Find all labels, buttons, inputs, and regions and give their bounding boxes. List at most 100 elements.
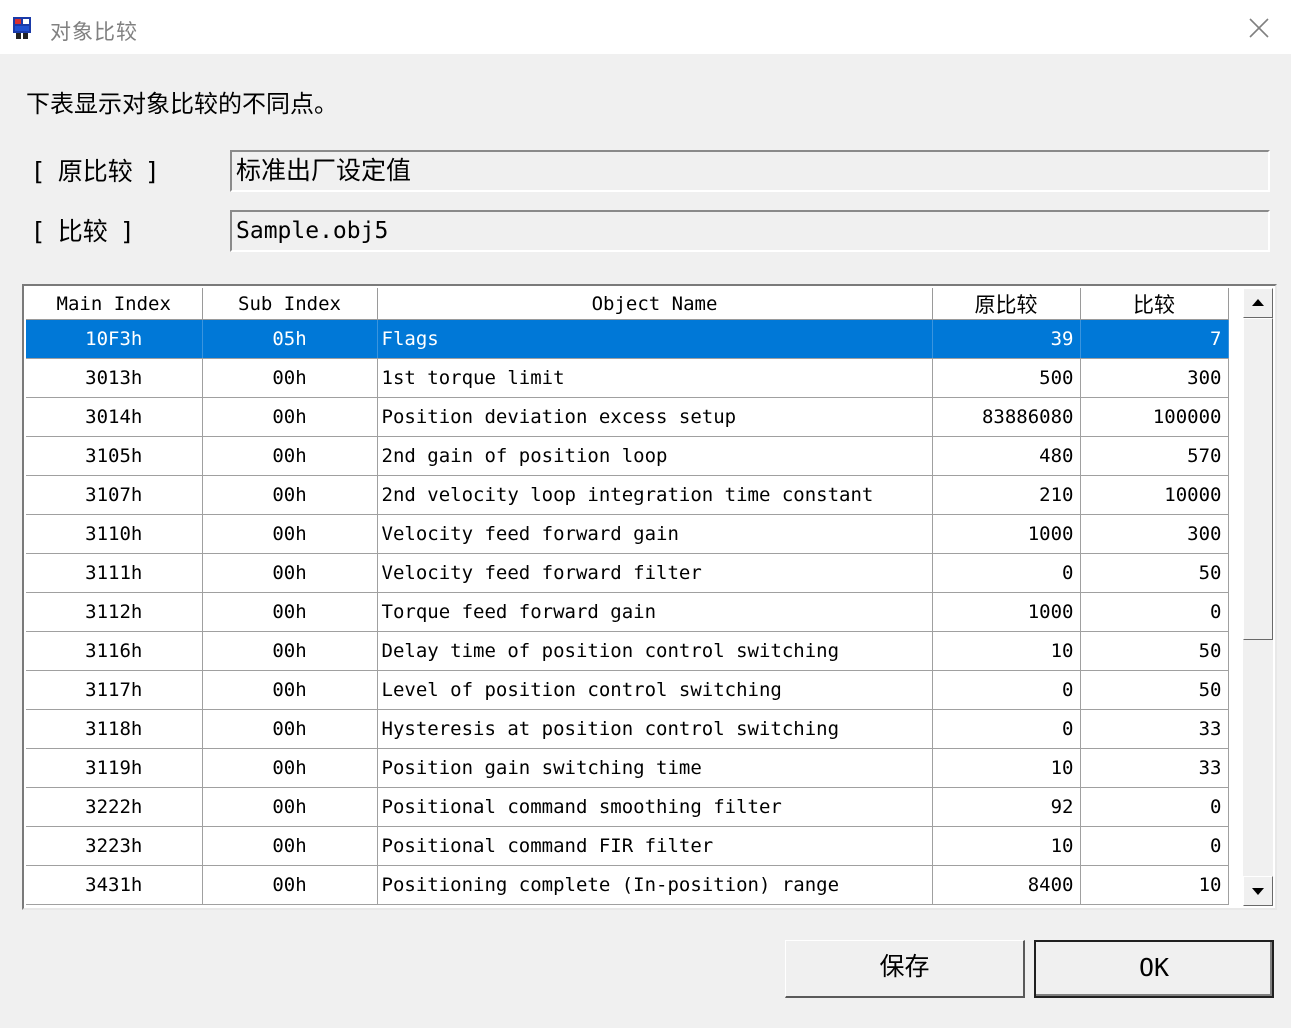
cell-object-name: 1st torque limit: [377, 358, 933, 398]
cell-sub-index: 00h: [202, 592, 378, 632]
cell-main-index: 3107h: [26, 475, 203, 515]
compare-label: [ 比较 ]: [34, 217, 132, 246]
header-compare[interactable]: 比较: [1080, 288, 1229, 320]
cell-main-index: 3014h: [26, 397, 203, 437]
cell-sub-index: 00h: [202, 475, 378, 515]
cell-main-index: 3110h: [26, 514, 203, 554]
cell-object-name: Torque feed forward gain: [377, 592, 933, 632]
cell-sub-index: 00h: [202, 865, 378, 905]
table-row[interactable]: 3117h 00h Level of position control switch…: [26, 670, 1229, 710]
table-row[interactable]: 3118h 00h Hysteresis at position control s…: [26, 709, 1229, 749]
table-row[interactable]: 3111h 00h Velocity feed forward filter 0 50: [26, 553, 1229, 593]
cell-original: 92: [932, 787, 1081, 827]
scroll-up-button[interactable]: [1243, 288, 1273, 318]
cell-sub-index: 00h: [202, 358, 378, 398]
compare-field: Sample.obj5: [230, 210, 1270, 252]
cell-object-name: Position gain switching time: [377, 748, 933, 788]
cell-main-index: 3431h: [26, 865, 203, 905]
header-main-index[interactable]: Main Index: [26, 288, 203, 320]
window-title: 对象比较: [50, 20, 138, 44]
cell-compare: 50: [1080, 670, 1229, 710]
cell-original: 500: [932, 358, 1081, 398]
cell-compare: 300: [1080, 358, 1229, 398]
table-row[interactable]: 10F3h 05h Flags 39 7: [26, 319, 1229, 359]
description-text: 下表显示对象比较的不同点。: [26, 90, 338, 118]
cell-object-name: Positional command smoothing filter: [377, 787, 933, 827]
table-header-row: Main Index Sub Index Object Name 原比较 比较: [26, 288, 1229, 320]
cell-main-index: 3111h: [26, 553, 203, 593]
cell-compare: 33: [1080, 748, 1229, 788]
header-original[interactable]: 原比较: [932, 288, 1081, 320]
cell-original: 210: [932, 475, 1081, 515]
vertical-scrollbar[interactable]: [1243, 288, 1273, 906]
title-bar: 对象比较: [0, 0, 1291, 54]
cell-object-name: Hysteresis at position control switching: [377, 709, 933, 749]
cell-original: 0: [932, 553, 1081, 593]
arrow-up-icon: [1252, 299, 1264, 306]
table-row[interactable]: 3222h 00h Positional command smoothing fil…: [26, 787, 1229, 827]
table-row[interactable]: 3105h 00h 2nd gain of position loop 480 570: [26, 436, 1229, 476]
ok-button[interactable]: OK: [1034, 940, 1274, 998]
table-row[interactable]: 3014h 00h Position deviation excess setup 8…: [26, 397, 1229, 437]
cell-object-name: Velocity feed forward filter: [377, 553, 933, 593]
cell-main-index: 3112h: [26, 592, 203, 632]
cell-object-name: 2nd velocity loop integration time const…: [377, 475, 933, 515]
cell-object-name: Flags: [377, 319, 933, 359]
cell-compare: 50: [1080, 631, 1229, 671]
cell-main-index: 10F3h: [26, 319, 203, 359]
cell-compare: 7: [1080, 319, 1229, 359]
cell-main-index: 3222h: [26, 787, 203, 827]
cell-compare: 100000: [1080, 397, 1229, 437]
app-window-icon: [13, 17, 31, 39]
comparison-table: Main Index Sub Index Object Name 原比较 比较 …: [26, 288, 1229, 905]
table-row[interactable]: 3223h 00h Positional command FIR filter 10 0: [26, 826, 1229, 866]
cell-compare: 0: [1080, 592, 1229, 632]
table-row[interactable]: 3112h 00h Torque feed forward gain 1000 0: [26, 592, 1229, 632]
table-row[interactable]: 3107h 00h 2nd velocity loop integration ti…: [26, 475, 1229, 515]
ok-button-label: OK: [1138, 953, 1170, 982]
cell-sub-index: 00h: [202, 670, 378, 710]
cell-main-index: 3105h: [26, 436, 203, 476]
cell-compare: 0: [1080, 826, 1229, 866]
arrow-down-icon: [1252, 888, 1264, 895]
cell-original: 1000: [932, 514, 1081, 554]
cell-sub-index: 00h: [202, 709, 378, 749]
cell-sub-index: 00h: [202, 826, 378, 866]
table-row[interactable]: 3431h 00h Positioning complete (In-positio…: [26, 865, 1229, 905]
save-button[interactable]: 保存: [785, 940, 1025, 998]
header-object-name[interactable]: Object Name: [377, 288, 933, 320]
cell-main-index: 3119h: [26, 748, 203, 788]
cell-compare: 570: [1080, 436, 1229, 476]
cell-compare: 0: [1080, 787, 1229, 827]
cell-sub-index: 00h: [202, 436, 378, 476]
cell-sub-index: 00h: [202, 787, 378, 827]
table-row[interactable]: 3110h 00h Velocity feed forward gain 1000 30…: [26, 514, 1229, 554]
table-row[interactable]: 3013h 00h 1st torque limit 500 300: [26, 358, 1229, 398]
cell-main-index: 3013h: [26, 358, 203, 398]
cell-original: 1000: [932, 592, 1081, 632]
cell-main-index: 3118h: [26, 709, 203, 749]
original-label: [ 原比较 ]: [34, 157, 157, 186]
table-row[interactable]: 3119h 00h Position gain switching time 10 33: [26, 748, 1229, 788]
cell-compare: 33: [1080, 709, 1229, 749]
cell-object-name: Positional command FIR filter: [377, 826, 933, 866]
cell-sub-index: 00h: [202, 397, 378, 437]
table-row[interactable]: 3116h 00h Delay time of position control s…: [26, 631, 1229, 671]
cell-sub-index: 00h: [202, 631, 378, 671]
original-field: 标准出厂设定值: [230, 150, 1270, 192]
cell-original: 10: [932, 748, 1081, 788]
header-sub-index[interactable]: Sub Index: [202, 288, 378, 320]
cell-object-name: Delay time of position control switching: [377, 631, 933, 671]
scrollbar-thumb[interactable]: [1243, 318, 1273, 640]
cell-compare: 10: [1080, 865, 1229, 905]
cell-original: 10: [932, 631, 1081, 671]
cell-original: 10: [932, 826, 1081, 866]
close-icon[interactable]: [1243, 12, 1275, 44]
comparison-list[interactable]: Main Index Sub Index Object Name 原比较 比较 …: [22, 284, 1277, 910]
cell-main-index: 3117h: [26, 670, 203, 710]
cell-original: 83886080: [932, 397, 1081, 437]
scroll-down-button[interactable]: [1243, 876, 1273, 906]
cell-object-name: Velocity feed forward gain: [377, 514, 933, 554]
cell-compare: 300: [1080, 514, 1229, 554]
cell-main-index: 3223h: [26, 826, 203, 866]
